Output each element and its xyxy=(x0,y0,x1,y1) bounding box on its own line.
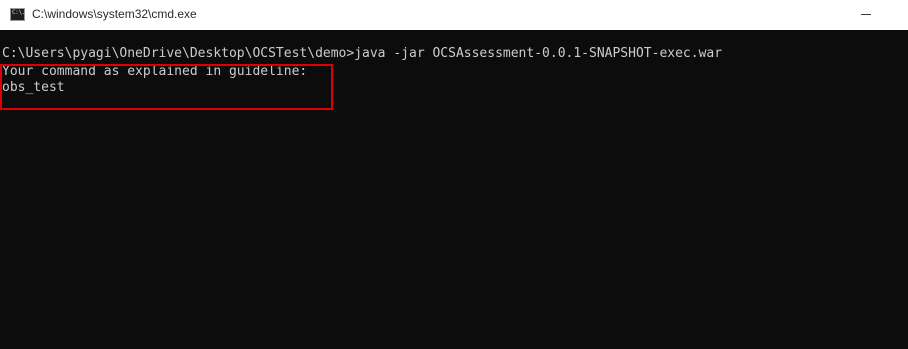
cmd-app-icon-text: C:\. xyxy=(12,9,26,16)
red-highlight-box xyxy=(0,64,333,110)
minimize-button[interactable] xyxy=(847,0,893,30)
minimize-icon xyxy=(861,14,871,15)
title-bar[interactable]: C:\. C:\windows\system32\cmd.exe xyxy=(0,0,908,30)
console-output[interactable]: C:\Users\pyagi\OneDrive\Desktop\OCSTest\… xyxy=(0,30,908,349)
cmd-app-icon[interactable]: C:\. xyxy=(10,8,26,21)
command-line: C:\Users\pyagi\OneDrive\Desktop\OCSTest\… xyxy=(2,46,723,61)
cmd-window: C:\. C:\windows\system32\cmd.exe C:\User… xyxy=(0,0,908,349)
window-title: C:\windows\system32\cmd.exe xyxy=(32,7,197,21)
